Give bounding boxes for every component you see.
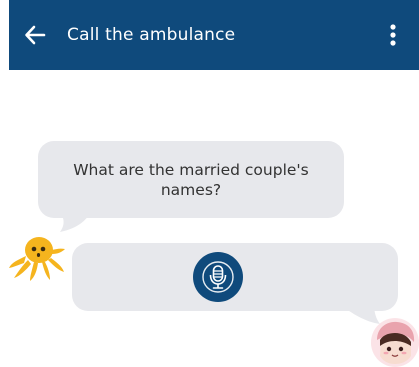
girl-avatar-icon [371, 318, 419, 367]
user-avatar [371, 318, 419, 367]
back-button[interactable] [23, 23, 47, 47]
bot-message-bubble: What are the married couple's names? [38, 141, 344, 218]
more-options-button[interactable] [383, 22, 403, 48]
arrow-left-icon [25, 25, 46, 45]
octopus-icon [9, 237, 65, 281]
user-voice-message-bubble [72, 243, 398, 311]
page-title: Call the ambulance [67, 25, 236, 45]
bot-bubble-tail [58, 210, 92, 232]
more-vertical-icon [390, 24, 396, 46]
user-bubble-tail [340, 304, 380, 324]
app-bar: Call the ambulance [9, 0, 419, 70]
bot-question-text: What are the married couple's names? [73, 160, 309, 199]
play-recording-button[interactable] [193, 252, 243, 302]
microphone-icon [202, 261, 234, 293]
